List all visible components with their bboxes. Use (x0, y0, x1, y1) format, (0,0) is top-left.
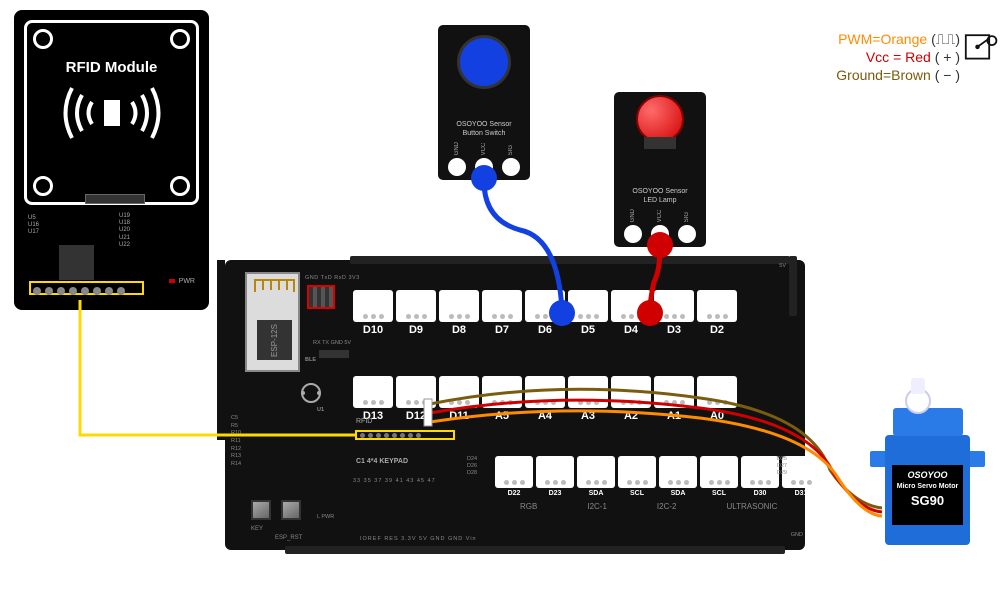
esp-wifi-module: ESP-12S (245, 272, 300, 372)
key-button-label: KEY (251, 526, 263, 532)
servo-icon (964, 28, 1000, 64)
rst-button-label: ESP_RST (275, 535, 302, 541)
row1-labels: D10D9D8D7D6D5D4D3D2 (353, 324, 737, 336)
u1-label: U1 (317, 407, 324, 413)
port-d5[interactable] (568, 290, 608, 322)
led-bulb (636, 95, 684, 143)
port-rgb-l[interactable] (495, 456, 533, 488)
ble-rx-tx-labels: RX TX GND 5V (313, 340, 351, 346)
port-ultrasonic-l[interactable] (741, 456, 779, 488)
led-pin-holes (614, 225, 706, 243)
port-d12[interactable] (396, 376, 436, 408)
mixed-port-row-2 (353, 376, 737, 408)
keypad-pins: 33 35 37 39 41 43 45 47 (353, 478, 436, 484)
led-sensor-module: OSOYOO Sensor LED Lamp GND VCC SIG (614, 92, 706, 247)
wifi-antenna-icon (253, 278, 296, 293)
rfid-module: RFID Module U5U16U17 U19U18U20U21U22 PWR (14, 10, 209, 310)
bottom-pin-header (285, 546, 785, 554)
bottom-rail-labels: IOREF RES 3.3V 5V GND GND Vin (360, 536, 477, 542)
port-a4[interactable] (525, 376, 565, 408)
top-pin-header (350, 256, 790, 264)
rfid-pin-header (29, 281, 144, 295)
digital-port-row-1 (353, 290, 737, 322)
port-d11[interactable] (439, 376, 479, 408)
button-pin-labels: GND VCC SIG (438, 142, 530, 155)
port-rgb-r[interactable] (536, 456, 574, 488)
rfid-side-labels: U5U16U17 (28, 215, 39, 237)
port-d13[interactable] (353, 376, 393, 408)
port-i2c2-r[interactable] (700, 456, 738, 488)
sv-label: 5V (779, 263, 786, 269)
port-d7[interactable] (482, 290, 522, 322)
port-d9[interactable] (396, 290, 436, 322)
smd-labels: C5R5R10R11R12R13R14 (231, 415, 241, 469)
pwr-led (169, 279, 175, 283)
mega-iot-shield: 5V GND ESP-12S GND TxD RxD 3V3 RX TX GND… (225, 260, 805, 550)
row3-id-labels: D22D23SDASCLSDASCLD30D31 (495, 490, 820, 497)
esp-pin-labels: GND TxD RxD 3V3 (305, 275, 360, 281)
rfid-port-highlight (355, 430, 455, 440)
port-a3[interactable] (568, 376, 608, 408)
rfid-waves-icon (52, 78, 172, 148)
row2-labels: D13D12D11A5A4A3A2A1A0 (353, 410, 737, 422)
port-d8[interactable] (439, 290, 479, 322)
port-i2c1-r[interactable] (618, 456, 656, 488)
port-a2[interactable] (611, 376, 651, 408)
pwr-l-label: L PWR (317, 514, 334, 520)
gnd-label-r: GND (791, 532, 803, 538)
esp-reset-button[interactable] (281, 500, 301, 520)
mounting-hole (33, 176, 53, 196)
esp-jumper-highlight (307, 285, 335, 309)
pwr-label: PWR (179, 278, 195, 285)
port-ultrasonic-r[interactable] (782, 456, 820, 488)
servo-motor: OSOYOO Micro Servo Motor SG90 (865, 378, 990, 545)
port-i2c2-l[interactable] (659, 456, 697, 488)
push-button[interactable] (457, 35, 511, 89)
rfid-ic-chip (59, 245, 94, 280)
port-d10[interactable] (353, 290, 393, 322)
led-base (644, 137, 676, 149)
osoyoo-logo (300, 382, 322, 409)
dside-labels-r: D25D27D29 (777, 456, 787, 477)
rfid-port-label: RFID (356, 418, 372, 425)
port-a1[interactable] (654, 376, 694, 408)
port-d4[interactable] (611, 290, 651, 322)
rfid-antenna-area: RFID Module (24, 20, 199, 205)
port-a5[interactable] (482, 376, 522, 408)
key-button[interactable] (251, 500, 271, 520)
servo-horn (911, 378, 925, 394)
button-module-label: OSOYOO Sensor Button Switch (438, 121, 530, 138)
mounting-hole (33, 29, 53, 49)
ble-header (319, 350, 349, 358)
port-d6[interactable] (525, 290, 565, 322)
servo-sticker: OSOYOO Micro Servo Motor SG90 (892, 465, 963, 525)
esp-chip: ESP-12S (257, 320, 292, 360)
ble-label: BLE (305, 357, 316, 363)
rfid-side-labels-2: U19U18U20U21U22 (119, 213, 130, 249)
servo-gearbox (893, 408, 963, 436)
mounting-hole (170, 29, 190, 49)
row3-labels: RGBI2C-1I2C-2ULTRASONIC (520, 502, 777, 511)
led-pin-labels: GND VCC SIG (614, 209, 706, 222)
port-a0[interactable] (697, 376, 737, 408)
servo-wire-legend: PWM=Orange (⎍⎍) Vcc = Red ( + ) Ground=B… (836, 30, 960, 85)
led-module-label: OSOYOO Sensor LED Lamp (614, 188, 706, 205)
port-d3[interactable] (654, 290, 694, 322)
rfid-title: RFID Module (27, 59, 196, 76)
pin-header-small (85, 194, 145, 204)
dside-labels-l: D24D26D28 (467, 456, 477, 477)
mounting-hole (170, 176, 190, 196)
button-pin-holes (438, 158, 530, 176)
port-d2[interactable] (697, 290, 737, 322)
special-port-row-3 (495, 456, 820, 488)
keypad-label: C1 4*4 KEYPAD (356, 458, 408, 465)
right-pin-header (789, 256, 797, 316)
port-i2c1-l[interactable] (577, 456, 615, 488)
button-sensor-module: OSOYOO Sensor Button Switch GND VCC SIG (438, 25, 530, 180)
